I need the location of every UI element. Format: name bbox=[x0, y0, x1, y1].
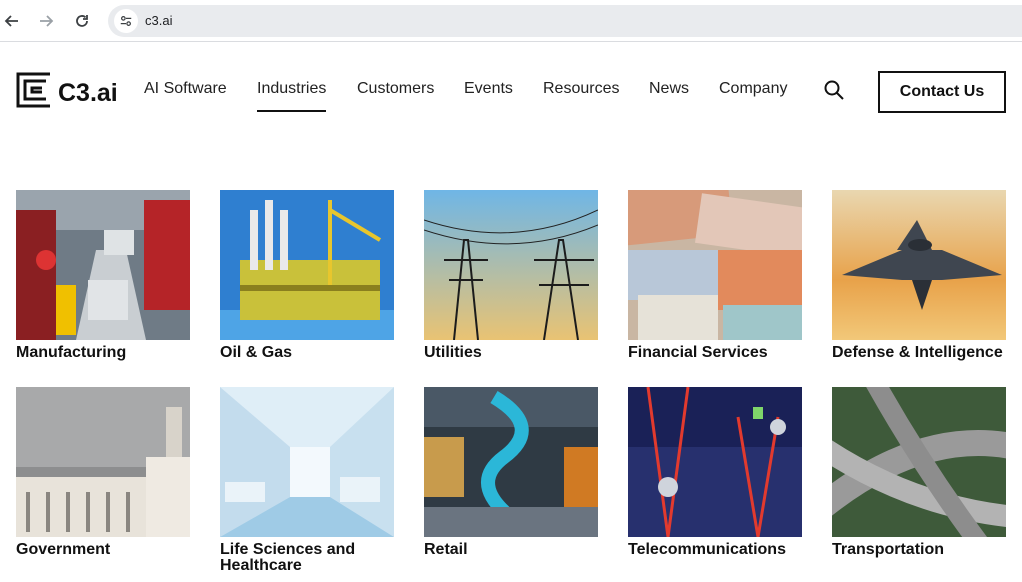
nav-news[interactable]: News bbox=[649, 80, 689, 98]
site-header: C3.ai AI Software Industries Customers E… bbox=[0, 43, 1022, 133]
site-info-button[interactable] bbox=[114, 9, 138, 33]
defense-intelligence-image bbox=[832, 190, 1006, 340]
nav-customers[interactable]: Customers bbox=[357, 80, 434, 98]
url-text: c3.ai bbox=[145, 13, 173, 28]
industry-tile-defense-intelligence[interactable]: Defense & Intelligence bbox=[832, 190, 1006, 361]
industry-label: Defense & Intelligence bbox=[832, 344, 1003, 361]
retail-image bbox=[424, 387, 598, 537]
reload-button[interactable] bbox=[70, 9, 94, 33]
industry-label: Manufacturing bbox=[16, 344, 127, 361]
tune-icon bbox=[120, 16, 132, 26]
forward-button[interactable] bbox=[34, 9, 58, 33]
industry-label: Life Sciences and Healthcare bbox=[220, 541, 356, 574]
nav-company[interactable]: Company bbox=[719, 80, 787, 98]
industry-label: Utilities bbox=[424, 344, 482, 361]
telecommunications-image bbox=[628, 387, 802, 537]
logo-text: C3.ai bbox=[58, 79, 118, 107]
industry-label: Oil & Gas bbox=[220, 344, 293, 361]
industry-label: Financial Services bbox=[628, 344, 768, 361]
industry-tile-manufacturing[interactable]: Manufacturing bbox=[16, 190, 190, 361]
industry-tile-retail[interactable]: Retail bbox=[424, 387, 598, 558]
industry-tile-government[interactable]: Government bbox=[16, 387, 190, 558]
industry-label: Government bbox=[16, 541, 111, 558]
oil-gas-image bbox=[220, 190, 394, 340]
nav-ai-software[interactable]: AI Software bbox=[144, 80, 227, 98]
industry-tile-life-sciences-healthcare[interactable]: Life Sciences and Healthcare bbox=[220, 387, 394, 574]
industry-label: Retail bbox=[424, 541, 468, 558]
financial-services-image bbox=[628, 190, 802, 340]
search-icon[interactable] bbox=[823, 79, 845, 101]
contact-us-button[interactable]: Contact Us bbox=[878, 71, 1006, 113]
c3-logo-icon bbox=[16, 72, 50, 107]
address-bar[interactable]: c3.ai bbox=[108, 5, 1022, 37]
transportation-image bbox=[832, 387, 1006, 537]
government-image bbox=[16, 387, 190, 537]
industry-tile-utilities[interactable]: Utilities bbox=[424, 190, 598, 361]
nav-resources[interactable]: Resources bbox=[543, 80, 619, 98]
browser-toolbar: c3.ai bbox=[0, 0, 1022, 42]
life-sciences-image bbox=[220, 387, 394, 537]
nav-events[interactable]: Events bbox=[464, 80, 513, 98]
manufacturing-image bbox=[16, 190, 190, 340]
industry-label: Transportation bbox=[832, 541, 945, 558]
industry-tile-oil-gas[interactable]: Oil & Gas bbox=[220, 190, 394, 361]
utilities-image bbox=[424, 190, 598, 340]
industry-tile-financial-services[interactable]: Financial Services bbox=[628, 190, 802, 361]
back-button[interactable] bbox=[0, 9, 24, 33]
arrow-right-icon bbox=[40, 15, 54, 27]
industry-tile-transportation[interactable]: Transportation bbox=[832, 387, 1006, 558]
logo[interactable]: C3.ai bbox=[16, 71, 118, 108]
arrow-left-icon bbox=[4, 15, 18, 27]
reload-icon bbox=[76, 15, 88, 27]
industry-label: Telecommunications bbox=[628, 541, 786, 558]
industry-tile-telecommunications[interactable]: Telecommunications bbox=[628, 387, 802, 558]
nav-industries[interactable]: Industries bbox=[257, 80, 327, 112]
